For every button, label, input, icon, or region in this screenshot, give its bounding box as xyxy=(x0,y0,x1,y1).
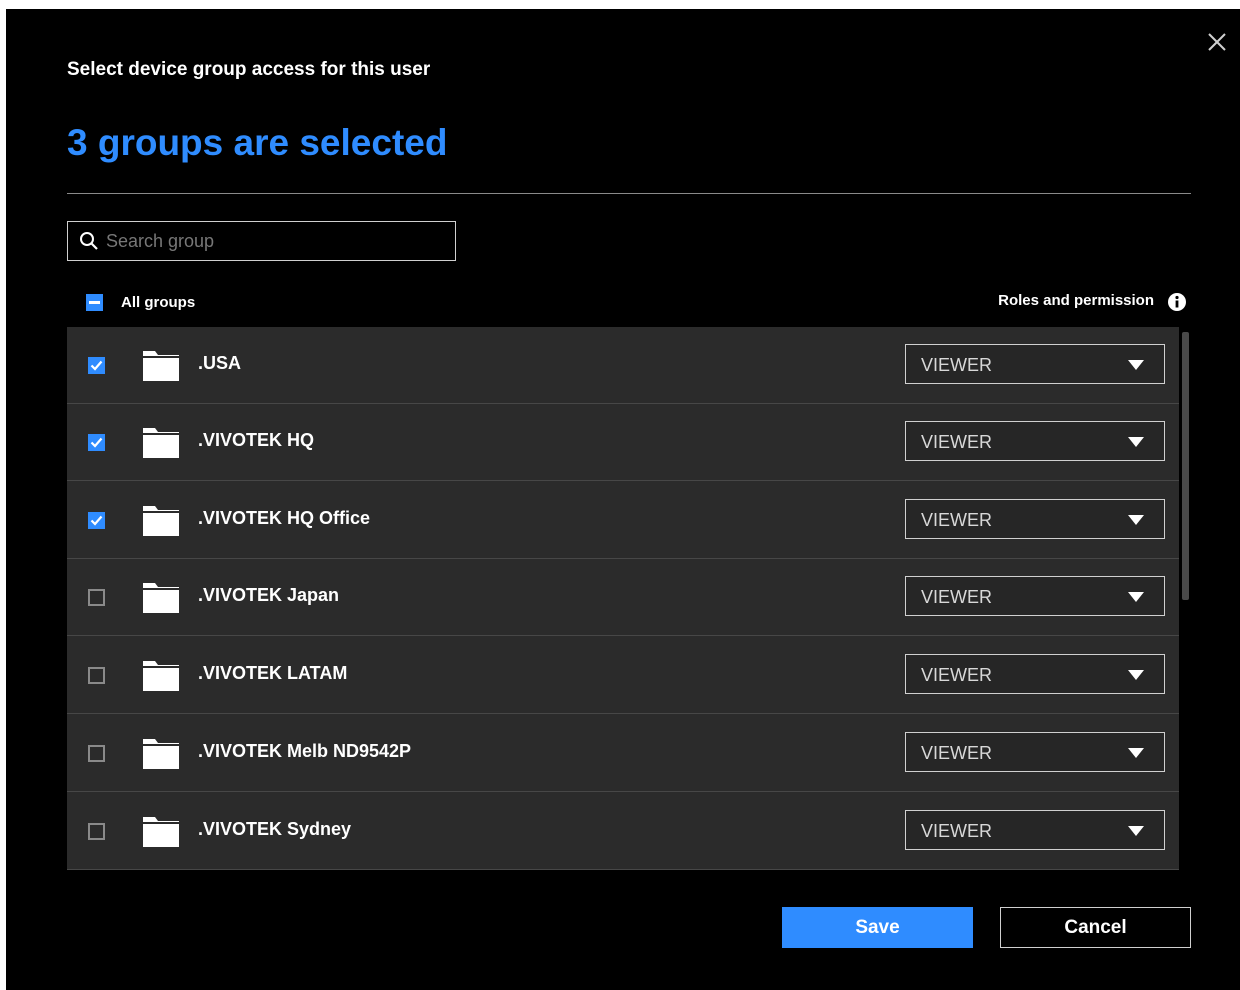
folder-icon xyxy=(143,817,179,847)
role-select[interactable]: VIEWER xyxy=(905,421,1165,461)
group-row: .USA VIEWER xyxy=(67,327,1179,404)
check-icon xyxy=(90,515,103,526)
role-value: VIEWER xyxy=(921,510,993,530)
dialog-subtitle: Select device group access for this user xyxy=(67,59,431,80)
role-value: VIEWER xyxy=(921,821,993,841)
group-checkbox[interactable] xyxy=(88,434,105,451)
folder-icon xyxy=(143,661,179,691)
group-name: .VIVOTEK LATAM xyxy=(198,663,348,683)
search-input[interactable] xyxy=(106,222,446,260)
role-select[interactable]: VIEWER xyxy=(905,344,1165,384)
group-checkbox[interactable] xyxy=(88,667,105,684)
all-groups-checkbox[interactable] xyxy=(86,293,103,311)
chevron-down-icon xyxy=(1128,360,1144,370)
all-groups-row: All groups xyxy=(86,292,195,312)
cancel-button[interactable]: Cancel xyxy=(1000,907,1191,948)
role-select[interactable]: VIEWER xyxy=(905,810,1165,850)
folder-icon xyxy=(143,739,179,769)
group-row: .VIVOTEK Sydney VIEWER xyxy=(67,793,1179,870)
chevron-down-icon xyxy=(1128,437,1144,447)
role-value: VIEWER xyxy=(921,665,993,685)
role-value: VIEWER xyxy=(921,355,993,375)
check-icon xyxy=(90,360,103,371)
search-box xyxy=(67,221,456,261)
group-checkbox[interactable] xyxy=(88,823,105,840)
info-icon[interactable] xyxy=(1167,292,1187,312)
search-icon xyxy=(80,232,98,250)
group-row: .VIVOTEK Japan VIEWER xyxy=(67,559,1179,636)
group-row: .VIVOTEK HQ Office VIEWER xyxy=(67,482,1179,559)
role-select[interactable]: VIEWER xyxy=(905,654,1165,694)
check-icon xyxy=(90,437,103,448)
group-name: .VIVOTEK Melb ND9542P xyxy=(198,741,412,761)
group-checkbox[interactable] xyxy=(88,512,105,529)
group-row: .VIVOTEK Melb ND9542P VIEWER xyxy=(67,715,1179,792)
roles-permission-label: Roles and permission xyxy=(998,292,1154,309)
group-checkbox[interactable] xyxy=(88,745,105,762)
folder-icon xyxy=(143,351,179,381)
group-name: .USA xyxy=(198,353,242,373)
selected-count-title: 3 groups are selected xyxy=(67,122,448,163)
role-value: VIEWER xyxy=(921,587,993,607)
list-scrollbar[interactable] xyxy=(1182,332,1189,600)
group-checkbox[interactable] xyxy=(88,589,105,606)
group-access-dialog: Select device group access for this user… xyxy=(6,9,1240,990)
group-name: .VIVOTEK HQ Office xyxy=(198,508,371,528)
group-name: .VIVOTEK HQ xyxy=(198,430,315,450)
folder-icon xyxy=(143,428,179,458)
group-row: .VIVOTEK HQ VIEWER xyxy=(67,404,1179,481)
chevron-down-icon xyxy=(1128,515,1144,525)
role-select[interactable]: VIEWER xyxy=(905,576,1165,616)
group-checkbox[interactable] xyxy=(88,357,105,374)
save-button[interactable]: Save xyxy=(782,907,973,948)
folder-icon xyxy=(143,506,179,536)
role-select[interactable]: VIEWER xyxy=(905,732,1165,772)
group-name: .VIVOTEK Japan xyxy=(198,585,340,605)
group-name: .VIVOTEK Sydney xyxy=(198,819,352,839)
divider xyxy=(67,193,1191,194)
chevron-down-icon xyxy=(1128,748,1144,758)
group-row: .VIVOTEK LATAM VIEWER xyxy=(67,637,1179,714)
close-icon[interactable] xyxy=(1206,31,1228,53)
all-groups-label: All groups xyxy=(121,293,196,311)
group-list: .USA VIEWER .VIVOTEK HQ VIEWER .VIVOTEK … xyxy=(67,327,1179,870)
chevron-down-icon xyxy=(1128,826,1144,836)
folder-icon xyxy=(143,583,179,613)
role-select[interactable]: VIEWER xyxy=(905,499,1165,539)
chevron-down-icon xyxy=(1128,592,1144,602)
chevron-down-icon xyxy=(1128,670,1144,680)
role-value: VIEWER xyxy=(921,743,993,763)
role-value: VIEWER xyxy=(921,432,993,452)
